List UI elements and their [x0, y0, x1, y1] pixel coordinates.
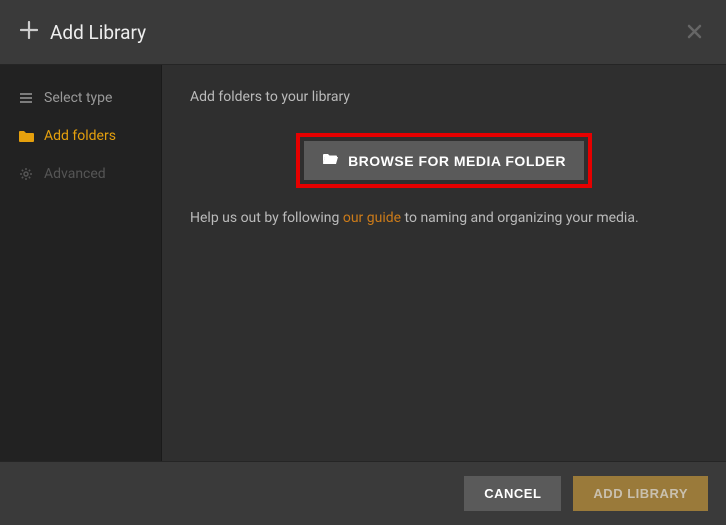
main-panel: Add folders to your library BROWSE FOR M…: [162, 65, 726, 461]
sidebar-item-advanced[interactable]: Advanced: [0, 155, 161, 193]
modal-footer: CANCEL ADD LIBRARY: [0, 461, 726, 525]
sidebar-item-label: Advanced: [44, 166, 106, 182]
help-suffix: to naming and organizing your media.: [401, 210, 639, 226]
gear-icon: [18, 167, 34, 181]
instruction-text: Add folders to your library: [190, 89, 698, 105]
cancel-button[interactable]: CANCEL: [464, 476, 561, 511]
folder-icon: [18, 130, 34, 143]
add-library-button[interactable]: ADD LIBRARY: [573, 476, 708, 511]
help-prefix: Help us out by following: [190, 210, 343, 226]
add-library-modal: Add Library Select type Add folders: [0, 0, 726, 525]
browse-media-folder-button[interactable]: BROWSE FOR MEDIA FOLDER: [304, 141, 584, 180]
sidebar-item-add-folders[interactable]: Add folders: [0, 117, 161, 155]
browse-button-label: BROWSE FOR MEDIA FOLDER: [348, 153, 566, 169]
highlight-box: BROWSE FOR MEDIA FOLDER: [296, 133, 592, 188]
modal-body: Select type Add folders Advanced Add fol…: [0, 65, 726, 461]
header-left: Add Library: [20, 21, 146, 44]
sidebar-item-select-type[interactable]: Select type: [0, 79, 161, 117]
folder-open-icon: [322, 152, 338, 169]
guide-link[interactable]: our guide: [343, 210, 401, 226]
browse-wrap: BROWSE FOR MEDIA FOLDER: [190, 133, 698, 188]
sidebar: Select type Add folders Advanced: [0, 65, 162, 461]
modal-title: Add Library: [50, 21, 146, 44]
plus-icon: [20, 21, 38, 44]
close-icon[interactable]: [683, 16, 706, 48]
list-icon: [18, 91, 34, 105]
modal-header: Add Library: [0, 0, 726, 65]
sidebar-item-label: Add folders: [44, 128, 116, 144]
help-text: Help us out by following our guide to na…: [190, 210, 698, 226]
sidebar-item-label: Select type: [44, 90, 112, 106]
